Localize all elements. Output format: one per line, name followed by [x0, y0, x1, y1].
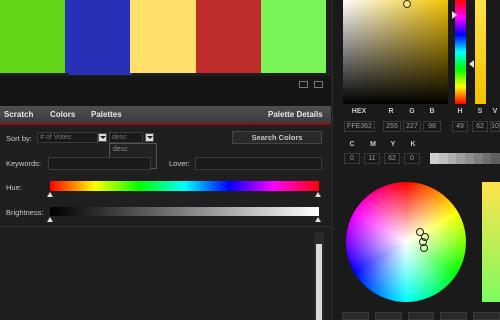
r-input[interactable]: 255 — [383, 121, 401, 132]
selected-color-preview — [475, 0, 486, 104]
keyboard-icon[interactable] — [314, 81, 323, 88]
toolbar-button[interactable] — [473, 312, 500, 320]
s-input[interactable]: 62 — [472, 121, 488, 132]
dropdown-arrow-icon[interactable] — [98, 133, 107, 142]
bottom-toolbar — [342, 312, 500, 320]
c-input[interactable]: 0 — [344, 153, 360, 164]
b-input[interactable]: 98 — [423, 121, 441, 132]
palette-swatch-4[interactable] — [195, 0, 261, 73]
m-label: M — [370, 141, 376, 148]
tab-bar: Scratch Colors Palettes Palette Details — [0, 106, 331, 125]
tab-palette-details[interactable]: Palette Details — [268, 110, 323, 119]
grayscale-ramp[interactable] — [430, 153, 500, 164]
search-colors-button[interactable]: Search Colors — [232, 131, 322, 144]
palette-swatch-1[interactable] — [0, 0, 66, 73]
lover-label: Lover: — [169, 159, 190, 168]
sort-by-label: Sort by: — [6, 134, 32, 143]
sort-by-select[interactable]: # of Votes — [37, 132, 98, 143]
tab-palettes[interactable]: Palettes — [91, 110, 122, 119]
s-label: S — [477, 108, 483, 115]
y-input[interactable]: 62 — [384, 153, 400, 164]
palette-toolbar — [0, 76, 331, 106]
tab-scratch[interactable]: Scratch — [4, 110, 33, 119]
r-label: R — [388, 108, 394, 115]
order-select[interactable]: desc — [109, 132, 143, 143]
toolbar-button[interactable] — [407, 312, 435, 320]
v-label: V — [492, 108, 498, 115]
palette-strip — [0, 0, 327, 73]
hue-label: Hue: — [6, 183, 22, 192]
order-option-desc[interactable]: desc — [110, 144, 156, 155]
link-icon[interactable] — [299, 81, 308, 88]
color-wheel[interactable] — [346, 182, 466, 302]
b-label: B — [429, 108, 435, 115]
color-search-panel — [0, 125, 331, 320]
hue-marker-icon[interactable] — [469, 60, 474, 68]
k-label: K — [410, 141, 416, 148]
h-label: H — [457, 108, 463, 115]
scrollbar-thumb[interactable] — [316, 244, 322, 320]
toolbar-button[interactable] — [440, 312, 468, 320]
harmony-swatches[interactable] — [482, 182, 500, 302]
brightness-label: Brightness: — [6, 208, 44, 217]
g-input[interactable]: 227 — [403, 121, 421, 132]
toolbar-button[interactable] — [374, 312, 402, 320]
tab-colors[interactable]: Colors — [50, 110, 75, 119]
saturation-value-field[interactable] — [343, 0, 448, 104]
toolbar-button[interactable] — [342, 312, 369, 320]
slider-marker-icon[interactable] — [315, 217, 321, 222]
keywords-input[interactable] — [48, 157, 151, 170]
m-input[interactable]: 11 — [364, 153, 380, 164]
hex-input[interactable]: FFE362 — [344, 121, 375, 132]
brightness-range-slider[interactable] — [50, 207, 319, 216]
picker-cursor-icon[interactable] — [403, 0, 411, 8]
hue-range-slider[interactable] — [50, 181, 319, 191]
slider-marker-icon[interactable] — [47, 217, 53, 222]
palette-swatch-5[interactable] — [260, 0, 327, 73]
selected-swatch-indicator — [69, 73, 132, 75]
palette-swatch-2[interactable] — [65, 0, 131, 73]
g-label: G — [409, 108, 415, 115]
k-input[interactable]: 0 — [404, 153, 420, 164]
c-label: C — [349, 141, 355, 148]
y-label: Y — [390, 141, 396, 148]
wheel-marker-icon[interactable] — [420, 244, 428, 252]
divider — [0, 226, 331, 227]
h-input[interactable]: 49 — [452, 121, 468, 132]
dropdown-arrow-icon[interactable] — [145, 133, 154, 142]
lover-input[interactable] — [195, 157, 322, 170]
hex-label: HEX — [351, 108, 367, 115]
slider-marker-icon[interactable] — [47, 192, 53, 197]
hue-marker-icon[interactable] — [452, 11, 457, 19]
palette-swatch-3[interactable] — [130, 0, 196, 73]
slider-marker-icon[interactable] — [315, 192, 321, 197]
v-input[interactable]: 10 — [490, 121, 500, 132]
keywords-label: Keywords: — [6, 159, 42, 168]
